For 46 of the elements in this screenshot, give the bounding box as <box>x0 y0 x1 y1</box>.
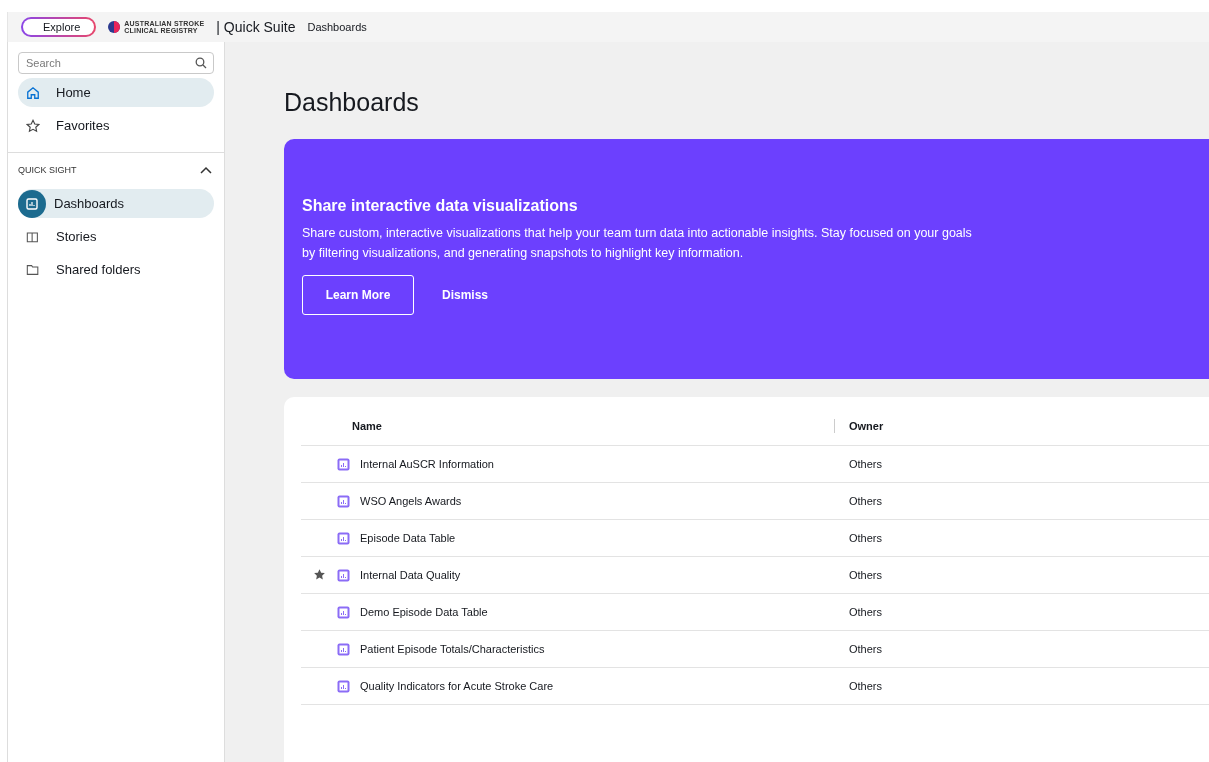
book-icon <box>26 229 40 244</box>
dashboard-icon <box>337 642 350 656</box>
dashboard-icon <box>18 189 46 218</box>
dashboard-icon <box>337 457 350 471</box>
section-title: QUICK SIGHT <box>18 165 77 175</box>
owner-cell-text: Others <box>849 495 883 507</box>
search-icon <box>195 57 207 69</box>
owner-cell-text: Others <box>849 458 883 470</box>
dashboard-icon <box>337 605 350 619</box>
dashboard-name[interactable]: Episode Data Table <box>360 532 849 544</box>
breadcrumb[interactable]: Dashboards <box>307 21 367 33</box>
dashboard-name[interactable]: Internal Data Quality <box>360 569 849 581</box>
home-icon <box>26 85 40 100</box>
owner-cell-text: Others <box>849 569 883 581</box>
dashboard-icon <box>337 568 350 582</box>
learn-more-button[interactable]: Learn More <box>302 275 414 315</box>
owner-cell-text: Others <box>849 680 883 692</box>
star-icon[interactable] <box>312 567 326 581</box>
dashboard-icon <box>337 531 350 545</box>
folder-icon <box>26 262 40 277</box>
nav-item[interactable]: Dashboards <box>18 189 214 218</box>
dashboard-icon <box>337 494 350 508</box>
column-header[interactable]: Name <box>352 420 849 432</box>
banner-title: Share interactive data visualizations <box>302 197 579 215</box>
dashboard-name[interactable]: Patient Episode Totals/Characteristics <box>360 643 849 655</box>
dashboard-name[interactable]: Internal AuSCR Information <box>360 458 849 470</box>
owner-cell-text: Others <box>849 643 883 655</box>
app-name: | Quick Suite <box>216 19 296 35</box>
nav-item[interactable]: Favorites <box>18 111 214 140</box>
owner-cell-text: Others <box>849 532 883 544</box>
dashboard-name[interactable]: WSO Angels Awards <box>360 495 849 507</box>
chevron-icon[interactable] <box>200 166 212 174</box>
logo-icon <box>108 21 121 33</box>
nav-item[interactable]: Shared folders <box>18 255 214 284</box>
search-field[interactable]: Search <box>18 52 214 74</box>
dashboard-name[interactable]: Quality Indicators for Acute Stroke Care <box>360 680 849 692</box>
banner-text: Share custom, interactive visualizations that help your team turn data into actionable insights. Stay focused on your goals by filtering visualizations, and generating snapshots to highlight key information. <box>302 225 973 262</box>
column-header[interactable]: Owner <box>849 420 884 432</box>
page-title: Dashboards <box>284 88 420 117</box>
star-icon <box>26 118 40 133</box>
nav-item[interactable]: Stories <box>18 222 214 251</box>
dashboard-icon <box>337 679 350 693</box>
dashboard-name[interactable]: Demo Episode Data Table <box>360 606 849 618</box>
owner-cell-text: Others <box>849 606 883 618</box>
nav-item[interactable]: Home <box>18 78 214 107</box>
dismiss-link[interactable]: Dismiss <box>442 288 489 302</box>
